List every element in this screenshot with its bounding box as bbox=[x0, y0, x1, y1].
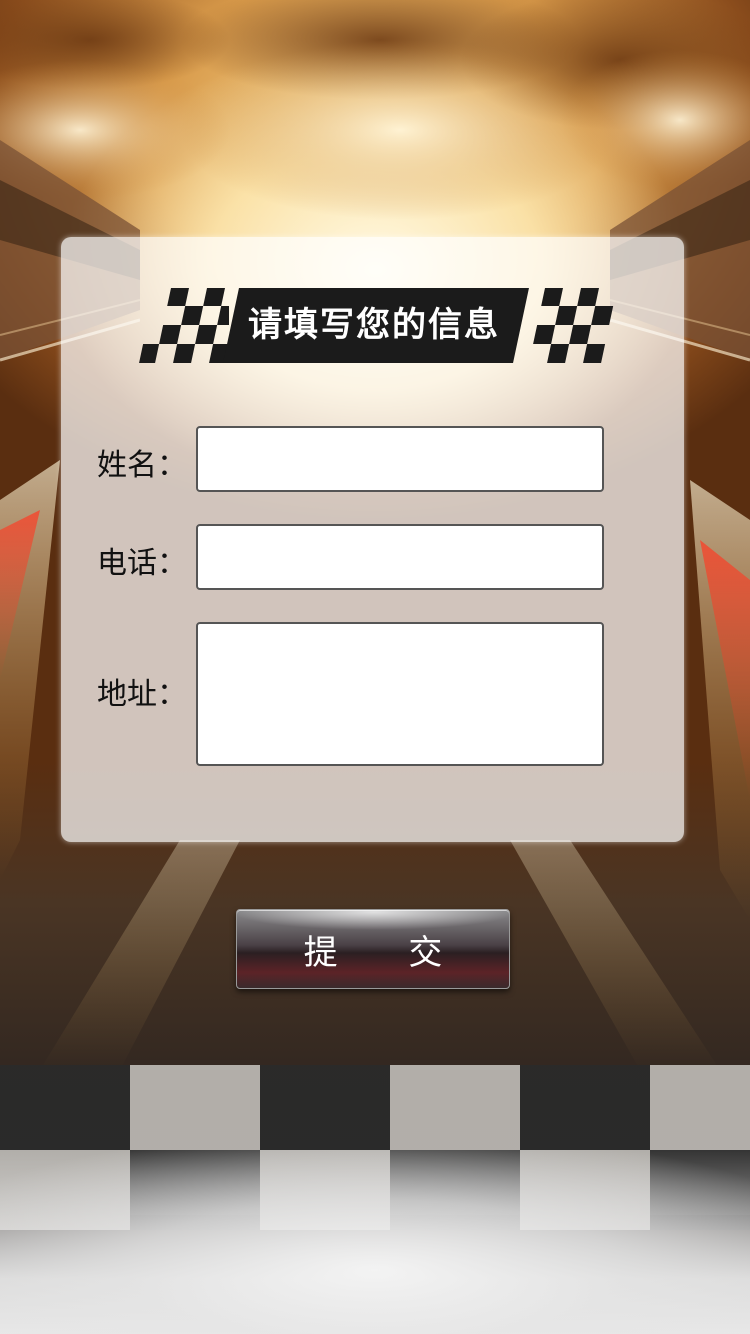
form-title: 请填写您的信息 bbox=[248, 305, 500, 345]
name-row: 姓名： bbox=[61, 426, 684, 492]
smoke-fog bbox=[0, 1150, 750, 1334]
checkered-flag-icon bbox=[533, 288, 614, 363]
phone-input[interactable] bbox=[196, 524, 604, 590]
name-input[interactable] bbox=[196, 426, 604, 492]
page: 请填写您的信息 姓名： 电话： 地址： 提 交 bbox=[0, 0, 750, 1334]
address-row: 地址： bbox=[61, 622, 684, 766]
form-title-banner: 请填写您的信息 bbox=[139, 288, 614, 363]
phone-label: 电话： bbox=[97, 546, 187, 581]
address-label: 地址： bbox=[97, 677, 187, 712]
info-form-card: 请填写您的信息 姓名： 电话： 地址： bbox=[61, 237, 684, 842]
phone-row: 电话： bbox=[61, 524, 684, 590]
submit-button[interactable]: 提 交 bbox=[236, 909, 510, 989]
checkered-flag-icon bbox=[139, 288, 229, 363]
name-label: 姓名： bbox=[97, 448, 187, 483]
address-textarea[interactable] bbox=[196, 622, 604, 766]
